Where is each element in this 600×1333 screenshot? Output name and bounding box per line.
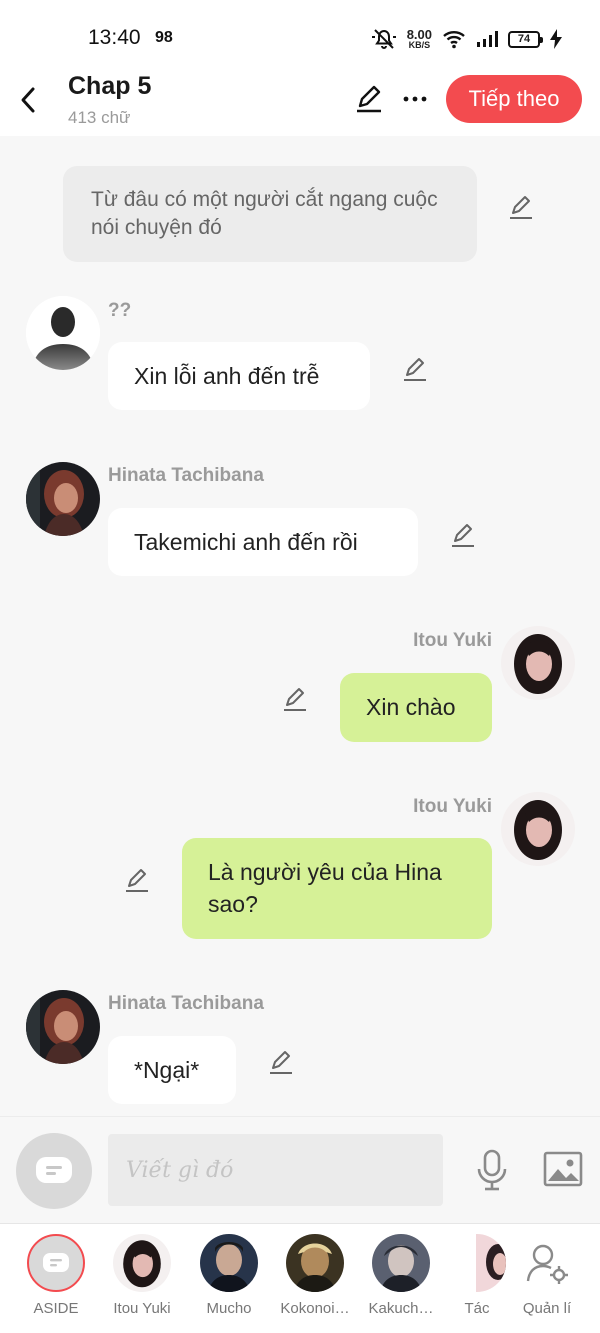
mucho-avatar-icon <box>200 1234 258 1292</box>
hinata-avatar-icon <box>26 990 100 1064</box>
edit-message-pencil-icon[interactable] <box>400 354 430 384</box>
battery-indicator: 74 <box>508 30 543 48</box>
composer-bar <box>0 1116 600 1223</box>
charging-bolt-icon <box>550 29 562 49</box>
message-bubble[interactable]: Takemichi anh đến rồi <box>108 508 418 576</box>
message-bubble[interactable]: Xin chào <box>340 673 492 742</box>
character-tab-aside[interactable]: ASIDE <box>13 1234 99 1317</box>
status-extra-number: 98 <box>155 29 173 46</box>
message-bubble[interactable]: *Ngại* <box>108 1036 236 1104</box>
character-tab-label: Itou Yuki <box>113 1300 171 1317</box>
sender-name: Hinata Tachibana <box>108 993 264 1014</box>
next-chapter-button[interactable]: Tiếp theo <box>446 75 582 123</box>
mute-bell-icon <box>371 29 396 49</box>
character-tab-bar: ASIDE Itou Yuki Mucho Kokonoi… Kakuch… T… <box>0 1223 600 1333</box>
user-settings-icon <box>526 1244 568 1284</box>
avatar-itou[interactable] <box>501 792 575 866</box>
edit-message-pencil-icon[interactable] <box>448 520 478 550</box>
edit-message-pencil-icon[interactable] <box>506 192 536 222</box>
chevron-left-icon <box>21 87 35 113</box>
avatar-hinata[interactable] <box>26 990 100 1064</box>
kokonoi-avatar <box>286 1234 344 1292</box>
message-input[interactable] <box>108 1134 443 1206</box>
status-bar: 13:40 98 8.00 KB/S 74 <box>0 0 600 68</box>
edit-chapter-button[interactable] <box>352 82 386 116</box>
itou-avatar-icon <box>501 792 575 866</box>
character-tab-label: Tác <box>464 1300 490 1317</box>
kakucho-avatar <box>372 1234 430 1292</box>
chapter-title: Chap 5 <box>68 72 152 100</box>
itou-avatar-icon <box>113 1234 171 1292</box>
pencil-icon <box>357 85 381 113</box>
microphone-icon <box>477 1149 507 1191</box>
mucho-avatar <box>200 1234 258 1292</box>
avatar-itou[interactable] <box>501 626 575 700</box>
voice-input-button[interactable] <box>472 1147 512 1193</box>
status-icons: 8.00 KB/S 74 <box>371 22 562 56</box>
message-bubble[interactable]: Xin lỗi anh đến trễ <box>108 342 370 410</box>
wifi-icon <box>443 31 465 49</box>
avatar-hinata[interactable] <box>26 462 100 536</box>
sender-name: Hinata Tachibana <box>108 465 264 486</box>
edit-message-pencil-icon[interactable] <box>122 865 152 895</box>
chat-bubble-icon <box>43 1253 69 1272</box>
character-tab-itou[interactable]: Itou Yuki <box>99 1234 185 1317</box>
character-tab-label: Kokonoi… <box>280 1300 350 1317</box>
hinata-avatar-icon <box>26 462 100 536</box>
sender-name: Itou Yuki <box>413 630 492 651</box>
more-options-button[interactable] <box>398 82 432 116</box>
net-speed-unit: KB/S <box>408 40 431 50</box>
manage-avatar <box>518 1234 576 1292</box>
back-button[interactable] <box>12 80 44 120</box>
character-tab-mucho[interactable]: Mucho <box>186 1234 272 1317</box>
edit-message-pencil-icon[interactable] <box>266 1047 296 1077</box>
character-tab-kokonoi[interactable]: Kokonoi… <box>272 1234 358 1317</box>
avatar-unknown[interactable] <box>26 296 100 370</box>
edit-message-pencil-icon[interactable] <box>280 684 310 714</box>
sender-name: ?? <box>108 300 132 321</box>
chat-area[interactable]: Từ đâu có một người cắt ngang cuộc nói c… <box>0 136 600 1116</box>
character-tab-kakucho[interactable]: Kakuch… <box>358 1234 444 1317</box>
character-tab-label: ASIDE <box>33 1300 79 1317</box>
narration-bubble[interactable]: Từ đâu có một người cắt ngang cuộc nói c… <box>63 166 477 262</box>
chat-bubble-icon <box>36 1157 72 1183</box>
net-speed: 8.00 KB/S <box>407 28 432 50</box>
aside-avatar <box>27 1234 85 1292</box>
character-tab-label: Kakuch… <box>368 1300 434 1317</box>
tac-avatar-icon <box>476 1234 506 1292</box>
signal-icon <box>477 31 498 47</box>
image-icon <box>543 1151 583 1187</box>
insert-image-button[interactable] <box>541 1149 585 1189</box>
kakucho-avatar-icon <box>372 1234 430 1292</box>
battery-level: 74 <box>517 33 531 45</box>
manage-characters-tab[interactable]: Quản lí <box>504 1234 590 1317</box>
more-dots-icon <box>403 96 427 102</box>
character-tab-label: Mucho <box>206 1300 252 1317</box>
itou-avatar-icon <box>501 626 575 700</box>
itou-avatar <box>113 1234 171 1292</box>
word-count: 413 chữ <box>68 108 131 127</box>
sender-name: Itou Yuki <box>413 796 492 817</box>
silhouette-avatar-icon <box>26 296 100 370</box>
tac-avatar <box>476 1234 506 1292</box>
status-time: 13:40 <box>88 26 141 49</box>
character-tab-label: Quản lí <box>522 1300 572 1317</box>
chapter-header: Chap 5 413 chữ Tiếp theo <box>0 68 600 136</box>
message-bubble[interactable]: Là người yêu của Hina sao? <box>182 838 492 939</box>
kokonoi-avatar-icon <box>286 1234 344 1292</box>
aside-mode-button[interactable] <box>16 1133 92 1209</box>
